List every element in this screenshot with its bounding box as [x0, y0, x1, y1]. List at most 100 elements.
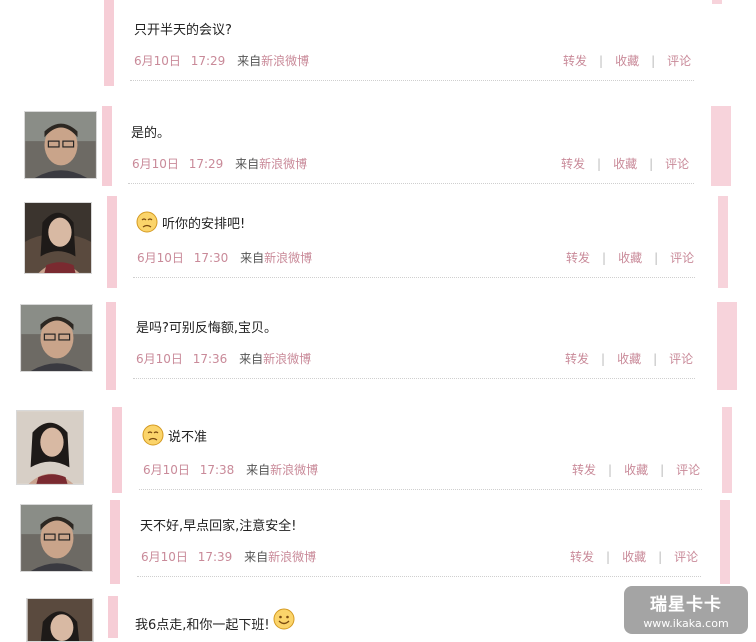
post-bar-right [720, 500, 730, 584]
smile-face-icon [273, 608, 295, 630]
post-meta: 6月10日 17:30 来自新浪微博 [137, 249, 312, 266]
post-meta: 6月10日 17:36 来自新浪微博 [136, 350, 311, 367]
man-avatar-icon[interactable] [20, 304, 93, 372]
post-source-link[interactable]: 新浪微博 [268, 550, 316, 564]
post-text: 是的。 [131, 126, 171, 141]
woman-avatar-icon[interactable] [26, 598, 94, 642]
watermark-logo: 瑞星卡卡 [650, 595, 722, 615]
post-divider [130, 80, 694, 81]
post-divider [133, 378, 695, 379]
post-meta: 6月10日 17:29 来自新浪微博 [134, 52, 309, 69]
post-meta: 6月10日 17:38 来自新浪微博 [143, 461, 318, 478]
post-date: 6月10日 [137, 251, 184, 265]
comment-link[interactable]: 评论 [665, 157, 689, 171]
woman-avatar-icon[interactable] [16, 410, 84, 485]
woman-avatar-icon[interactable] [24, 202, 92, 274]
separator: | [651, 54, 656, 68]
post-source-link[interactable]: 新浪微博 [263, 352, 311, 366]
post-source-link[interactable]: 新浪微博 [259, 157, 307, 171]
post-bar-left [112, 407, 122, 493]
post-bar-left [108, 596, 118, 638]
post-date: 6月10日 [134, 54, 181, 68]
woman-avatar-icon [25, 203, 91, 273]
repost-link[interactable]: 转发 [570, 550, 594, 564]
post-text: 天不好,早点回家,注意安全! [140, 519, 297, 534]
post-bar-left [110, 500, 120, 584]
post-meta: 6月10日 17:29 来自新浪微博 [132, 155, 307, 172]
post-text: 我6点走,和你一起下班! [135, 608, 299, 636]
favorite-link[interactable]: 收藏 [615, 54, 639, 68]
favorite-link[interactable]: 收藏 [617, 352, 641, 366]
comment-link[interactable]: 评论 [674, 550, 698, 564]
post-actions: 转发 | 收藏 | 评论 [570, 548, 698, 565]
man-avatar-icon[interactable] [20, 504, 93, 572]
man-avatar-icon[interactable] [24, 111, 97, 179]
post-divider [137, 576, 701, 577]
post-actions: 转发 | 收藏 | 评论 [563, 52, 691, 69]
post-text: 只开半天的会议? [134, 23, 232, 38]
comment-link[interactable]: 评论 [676, 463, 700, 477]
post-divider [128, 183, 694, 184]
separator: | [597, 157, 602, 171]
post-bar-right [717, 302, 737, 390]
separator: | [601, 352, 606, 366]
man-avatar-icon [25, 112, 96, 178]
post-bar-right [712, 0, 722, 4]
post-date: 6月10日 [132, 157, 179, 171]
separator: | [658, 550, 663, 564]
post-time: 17:29 [188, 157, 224, 171]
repost-link[interactable]: 转发 [572, 463, 596, 477]
comment-link[interactable]: 评论 [669, 352, 693, 366]
post-source-prefix: 来自 [240, 251, 265, 265]
repost-link[interactable]: 转发 [565, 352, 589, 366]
post-text: 说不准 [142, 421, 207, 449]
separator: | [660, 463, 665, 477]
post-actions: 转发 | 收藏 | 评论 [565, 350, 693, 367]
post-bar-left [106, 302, 116, 390]
comment-link[interactable]: 评论 [667, 54, 691, 68]
post-bar-left [102, 106, 112, 186]
post-time: 17:29 [190, 54, 226, 68]
post-actions: 转发 | 收藏 | 评论 [566, 249, 694, 266]
separator: | [649, 157, 654, 171]
man-avatar-icon [21, 305, 92, 371]
post-bar-right [722, 407, 732, 493]
woman-avatar-icon [17, 411, 83, 484]
repost-link[interactable]: 转发 [566, 251, 590, 265]
favorite-link[interactable]: 收藏 [622, 550, 646, 564]
favorite-link[interactable]: 收藏 [618, 251, 642, 265]
post-actions: 转发 | 收藏 | 评论 [561, 155, 689, 172]
separator: | [608, 463, 613, 477]
separator: | [602, 251, 607, 265]
repost-link[interactable]: 转发 [563, 54, 587, 68]
favorite-link[interactable]: 收藏 [613, 157, 637, 171]
post-meta: 6月10日 17:39 来自新浪微博 [141, 548, 316, 565]
post-source-link[interactable]: 新浪微博 [264, 251, 312, 265]
post-source-prefix: 来自 [239, 352, 264, 366]
post-text-content: 听你的安排吧! [162, 216, 246, 232]
man-avatar-icon [21, 505, 92, 571]
post-divider [139, 489, 702, 490]
post-source-prefix: 来自 [246, 463, 271, 477]
post-bar-left [104, 0, 114, 86]
post-time: 17:36 [192, 352, 228, 366]
post-source-link[interactable]: 新浪微博 [270, 463, 318, 477]
post-source-link[interactable]: 新浪微博 [261, 54, 309, 68]
post-text: 听你的安排吧! [136, 208, 245, 236]
post-divider [133, 277, 695, 278]
post-time: 17:38 [199, 463, 235, 477]
comment-link[interactable]: 评论 [670, 251, 694, 265]
post-actions: 转发 | 收藏 | 评论 [572, 461, 700, 478]
watermark-url: www.ikaka.com [643, 617, 729, 630]
separator: | [654, 251, 659, 265]
post-bar-right [718, 196, 728, 288]
post-source-prefix: 来自 [244, 550, 269, 564]
post-bar-left [107, 196, 117, 288]
repost-link[interactable]: 转发 [561, 157, 585, 171]
site-watermark: 瑞星卡卡 www.ikaka.com [624, 586, 748, 634]
favorite-link[interactable]: 收藏 [624, 463, 648, 477]
post-source-prefix: 来自 [235, 157, 260, 171]
post-text-content: 我6点走,和你一起下班! [135, 617, 270, 633]
separator: | [606, 550, 611, 564]
post-date: 6月10日 [141, 550, 188, 564]
